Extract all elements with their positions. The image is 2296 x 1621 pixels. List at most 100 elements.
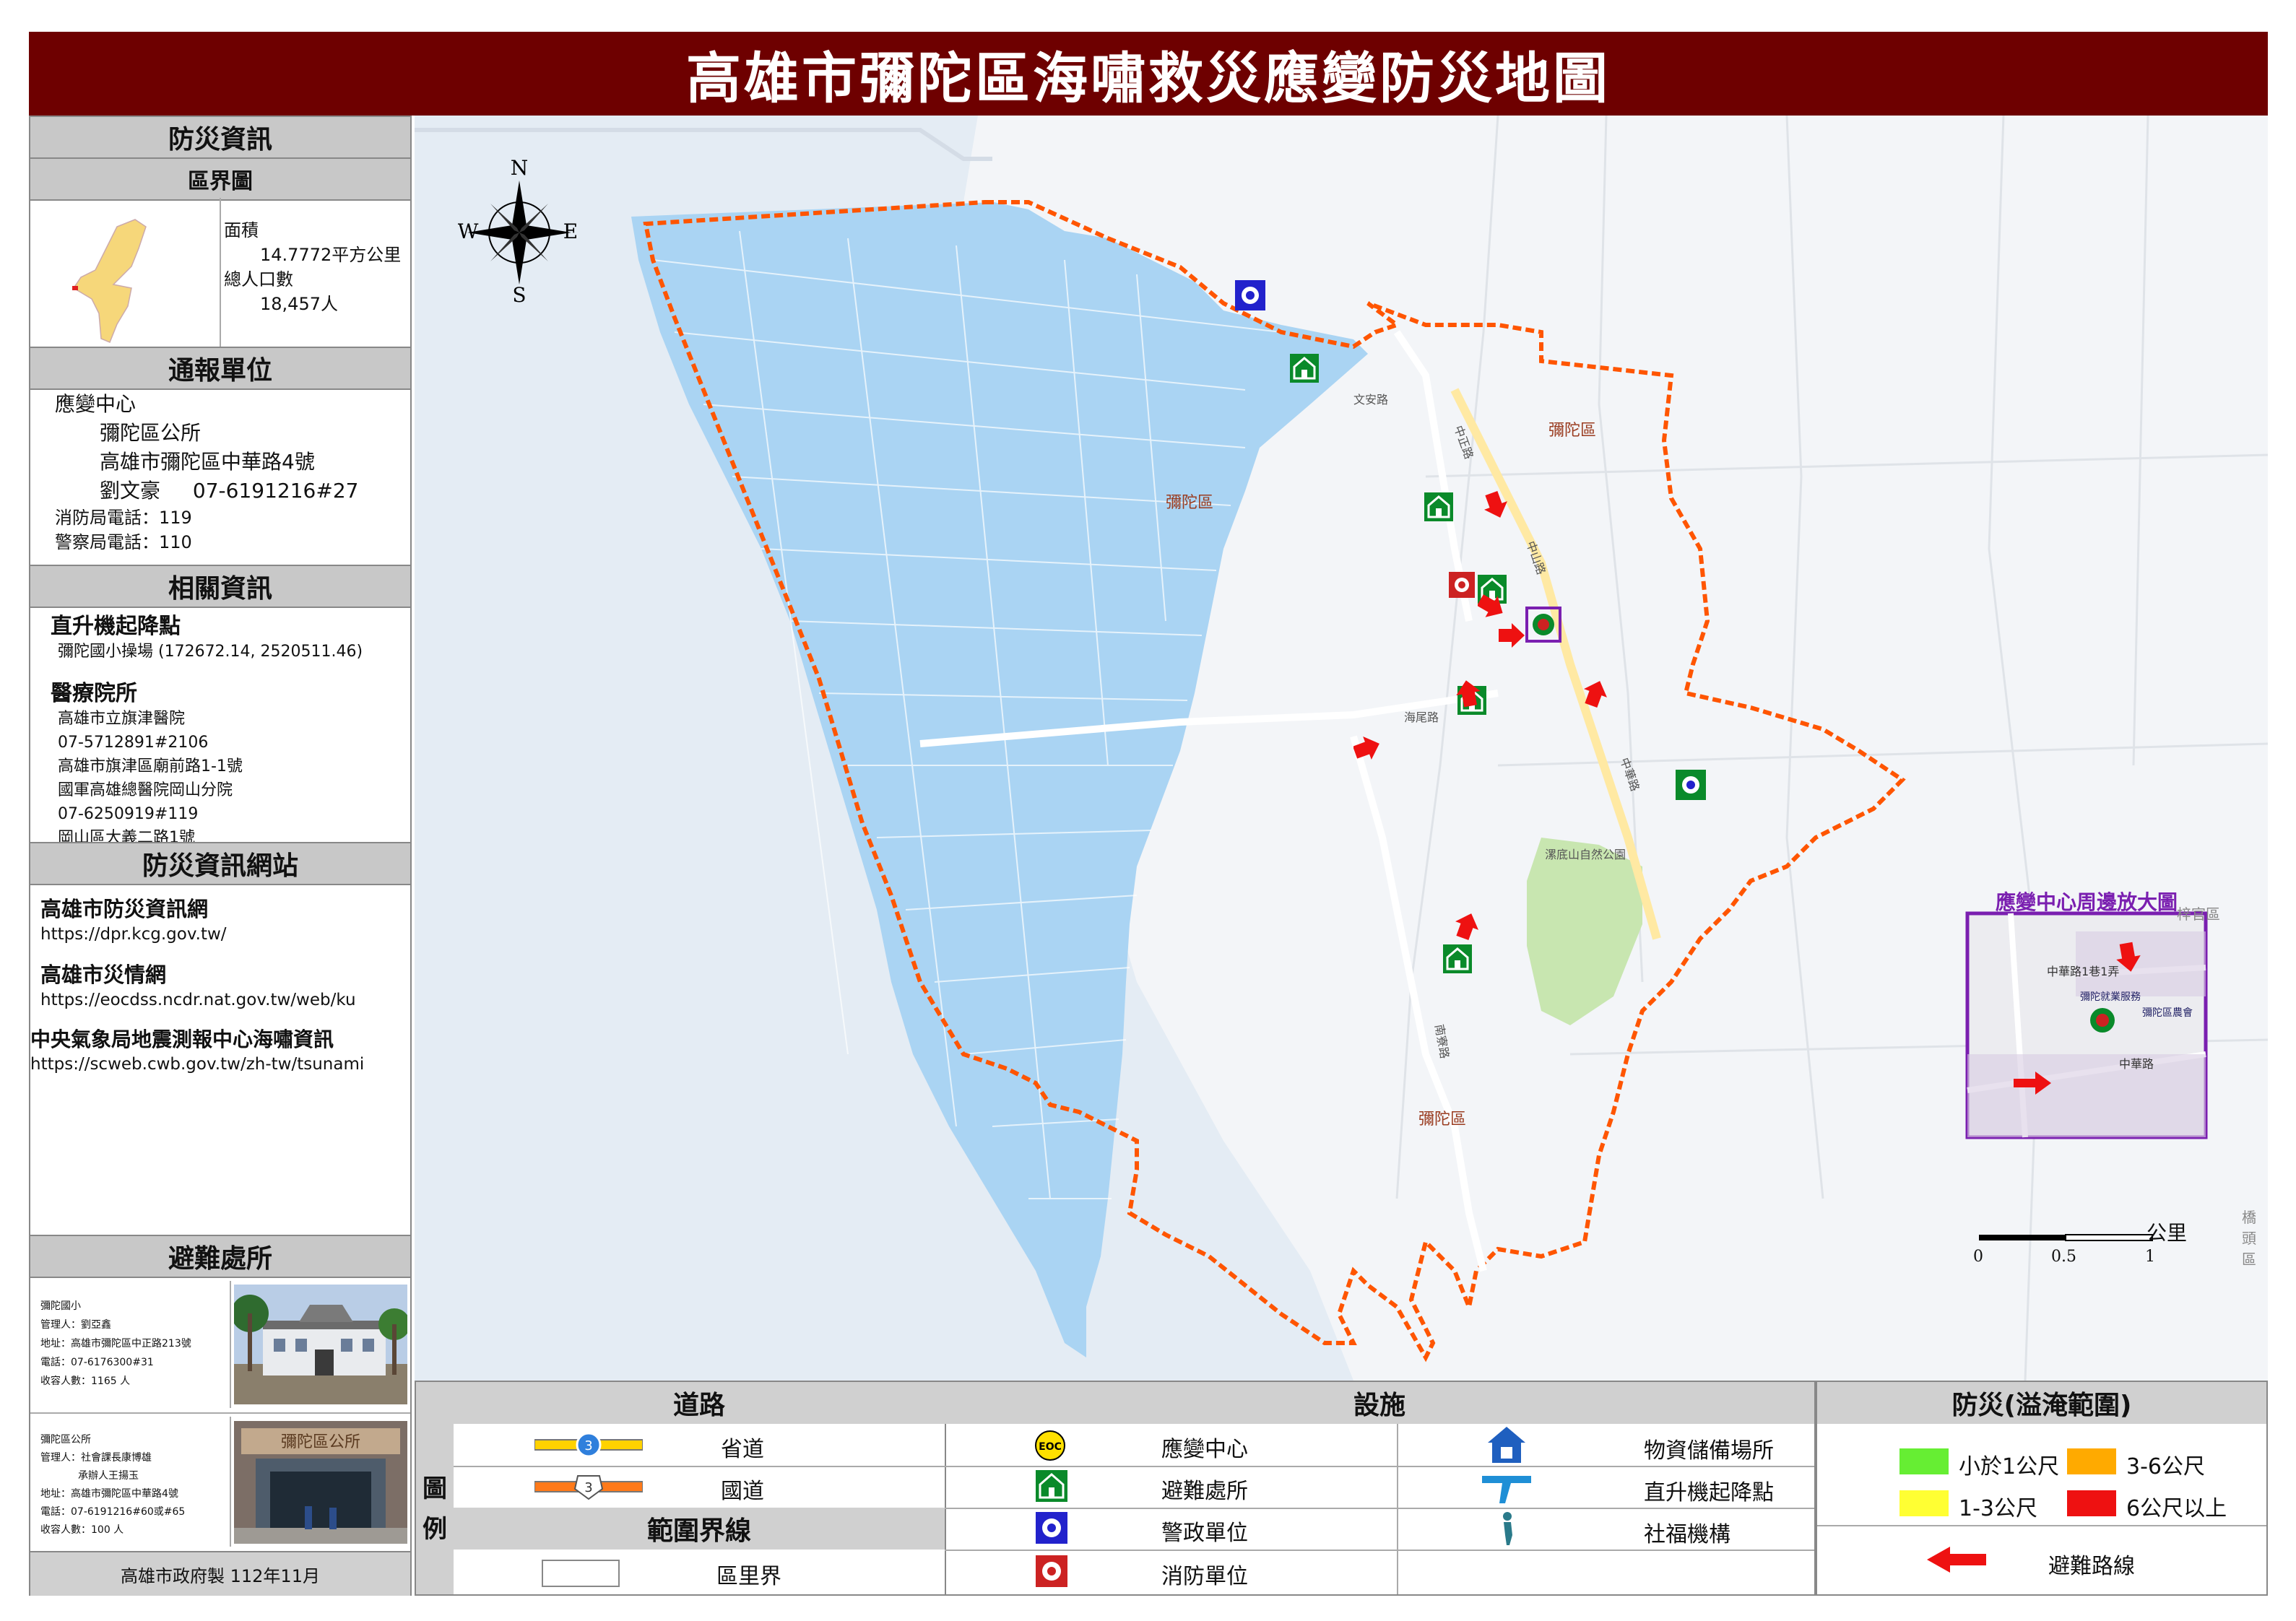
legend-label: 消防單位 [1161, 1564, 1248, 1589]
shelter-icon[interactable] [1290, 354, 1319, 386]
fire-icon [1036, 1555, 1067, 1587]
area-value: 14.7772平方公里 [260, 245, 402, 265]
report-header: 通報單位 [30, 347, 410, 390]
compass-n: N [511, 159, 529, 180]
shelter-line: 彌陀國小 [40, 1300, 81, 1312]
scale-tick: 0 [1973, 1248, 1983, 1266]
road-label: 海尾路 [1404, 710, 1439, 724]
population-label: 總人口數 [224, 269, 293, 290]
area-label: 面積 [224, 220, 259, 240]
producer-footer: 高雄市政府製 112年11月 [30, 1551, 410, 1596]
compass-s: S [512, 283, 526, 303]
population-value: 18,457人 [260, 294, 338, 314]
fire-phone: 消防局電話：119 [55, 508, 192, 528]
evacuation-route-arrow [2012, 1069, 2053, 1100]
office-address: 高雄市彌陀區中華路4號 [100, 450, 315, 474]
hospital-line: 國軍高雄總醫院岡山分院 [58, 781, 233, 799]
district-label: 彌陀區 [1548, 422, 1597, 440]
center-label: 應變中心 [55, 392, 137, 416]
eoc-glyph: EOC [1039, 1441, 1062, 1453]
websites-header: 防災資訊網站 [30, 842, 410, 885]
page-title: 高雄市彌陀區海嘯救災應變防災地圖 [29, 32, 2268, 116]
legend-row: EOC 應變中心 [945, 1424, 1398, 1467]
evacuation-route-arrow [1582, 679, 1611, 710]
shelter-line: 管理人：劉亞鑫 [40, 1319, 111, 1331]
flood-swatch [1899, 1448, 1949, 1474]
legend-row: 避難處所 [945, 1466, 1398, 1509]
evacuation-route-arrow [1476, 592, 1507, 624]
evacuation-route-arrow [1455, 679, 1483, 710]
shelter-line: 地址：高雄市彌陀區中華路4號 [40, 1488, 178, 1500]
scale-tick: 0.5 [2051, 1248, 2076, 1266]
neighbor-label: 橋頭區 [2242, 1209, 2256, 1268]
evacuation-route-arrow [2115, 942, 2144, 976]
site-name: 高雄市災情網 [40, 962, 167, 987]
legend-row: 社福機構 [1398, 1508, 1814, 1551]
police-icon[interactable] [1235, 280, 1265, 313]
contact-name: 劉文豪 [100, 479, 161, 503]
legend-row: 3 省道 [454, 1424, 946, 1467]
route-label: 避難路線 [2048, 1554, 2135, 1579]
shelter-icon[interactable] [1443, 944, 1472, 976]
flood-swatch [2067, 1490, 2116, 1516]
shelter-photo-office: 彌陀區公所 [234, 1421, 407, 1544]
flood-legend: 防災(溢淹範圍) 小於1公尺 3-6公尺 1-3公尺 6公尺以上 避難路線 [1816, 1381, 2268, 1596]
compass-rose: N S W E [458, 156, 581, 307]
flood-label: 1-3公尺 [1959, 1496, 2037, 1521]
site-link[interactable]: https://scweb.cwb.gov.tw/zh-tw/tsunami [30, 1053, 406, 1077]
police-icon[interactable] [1676, 770, 1706, 803]
police-icon [1036, 1512, 1067, 1544]
road-number: 3 [584, 1438, 592, 1453]
fire-icon[interactable] [1449, 572, 1475, 601]
district-label: 彌陀區 [1166, 494, 1214, 512]
contact-phone: 07-6191216#27 [192, 479, 359, 503]
flood-swatch [2067, 1448, 2116, 1474]
eoc-marker-inset [2089, 1007, 2116, 1037]
flood-label: 6公尺以上 [2126, 1496, 2227, 1521]
national-highway-icon: 3 [534, 1475, 643, 1500]
compass-e: E [563, 220, 578, 243]
legend-side-char: 圖 [423, 1474, 447, 1503]
legend-label: 國道 [721, 1479, 764, 1504]
map-canvas [415, 116, 2268, 1381]
info-header: 防災資訊 [30, 116, 410, 159]
shelter-line: 管理人：社會課長康博雄 [40, 1452, 152, 1464]
scale-unit: 公里 [2146, 1221, 2188, 1245]
district-label: 彌陀區 [1418, 1111, 1467, 1129]
legend-row: 物資儲備場所 [1398, 1424, 1814, 1467]
district-locator-map [30, 198, 221, 347]
hospital-line: 07-5712891#2106 [58, 734, 209, 752]
welfare-icon [1503, 1512, 1512, 1545]
shelter-line: 彌陀區公所 [40, 1434, 91, 1446]
inset-poi-label: 彌陀就業服務 [2080, 991, 2141, 1003]
provincial-road-icon: 3 [534, 1432, 643, 1458]
map-legend: 圖 例 道路 3 省道 3 國道 範圍界線 區里界 設施 EOC 應變中心 避難… [415, 1381, 1816, 1596]
facility-header: 設施 [945, 1382, 1814, 1424]
shelter-line: 收容人數：100 人 [40, 1524, 124, 1536]
flood-label: 小於1公尺 [1959, 1454, 2060, 1479]
inset-road-label: 中華路1巷1弄 [2047, 965, 2120, 978]
legend-side-label: 圖 例 [416, 1424, 454, 1594]
legend-row: 區里界 [454, 1550, 946, 1594]
shelter-card: 彌陀區公所 管理人：社會課長康博雄 承辦人王揚玉 地址：高雄市彌陀區中華路4號 … [30, 1414, 410, 1548]
shelter-icon[interactable] [1424, 492, 1453, 524]
evacuation-route-arrow [1453, 911, 1482, 943]
heli-title: 直升機起降點 [51, 614, 181, 639]
warehouse-icon [1488, 1427, 1525, 1463]
hospital-line: 07-6250919#119 [58, 805, 199, 823]
evacuation-route-arrow [1482, 491, 1511, 523]
inset-title: 應變中心周邊放大圖 [1995, 890, 2178, 914]
road-number: 3 [584, 1480, 592, 1495]
hospital-list: 高雄市立旗津醫院 07-5712891#2106 高雄市旗津區廟前路1-1號 國… [51, 707, 363, 850]
compass-w: W [458, 220, 479, 243]
site-link[interactable]: https://eocdss.ncdr.nat.gov.tw/web/ku [38, 988, 406, 1012]
inset-road-label: 中華路 [2119, 1057, 2154, 1071]
legend-label: 應變中心 [1161, 1437, 1248, 1462]
legend-label: 避難處所 [1161, 1479, 1248, 1504]
shelter-icon [1036, 1470, 1067, 1502]
main-map[interactable]: N S W E 彌陀區 彌陀區 彌陀區 中山路 中華路 文安路 中正路 海尾路 … [415, 116, 2268, 1381]
road-label: 文安路 [1353, 393, 1389, 407]
site-link[interactable]: https://dpr.kcg.gov.tw/ [38, 923, 406, 947]
eoc-marker[interactable] [1525, 607, 1561, 643]
legend-side-char: 例 [423, 1515, 447, 1544]
